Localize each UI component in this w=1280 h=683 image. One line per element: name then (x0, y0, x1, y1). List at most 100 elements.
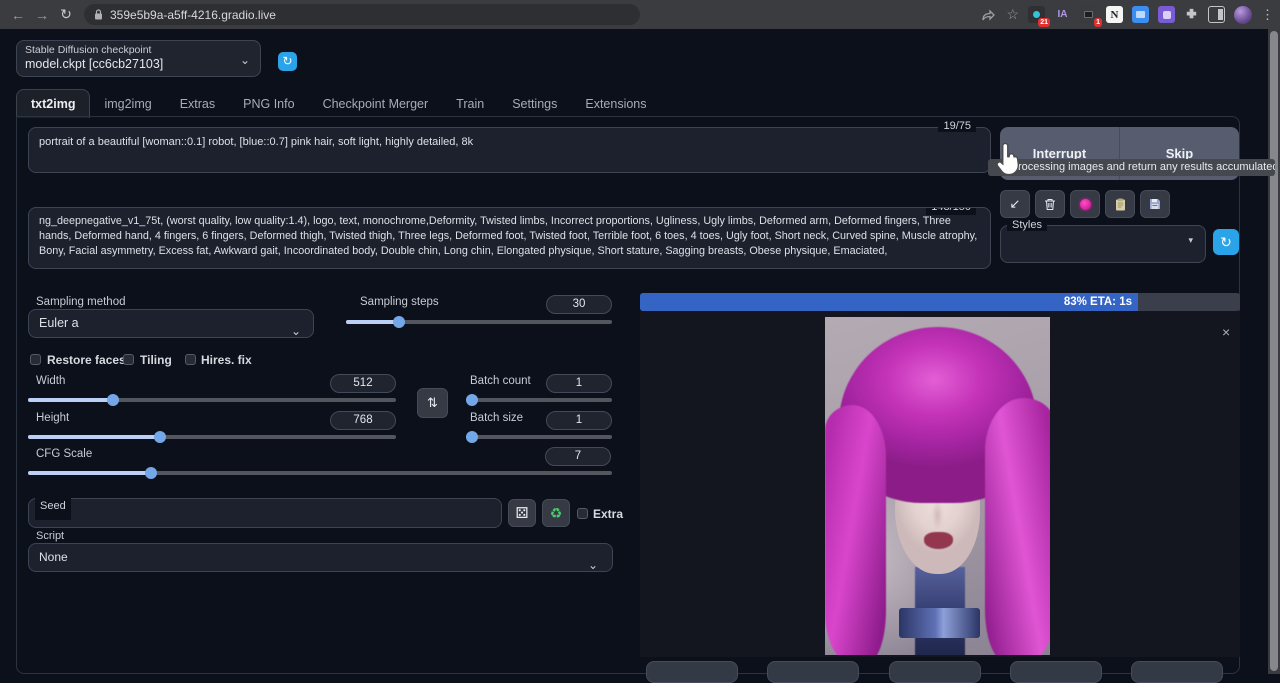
reuse-seed-button[interactable]: ♻ (542, 499, 570, 527)
generated-image[interactable] (825, 317, 1050, 655)
negative-token-counter: 143/150 (926, 207, 976, 215)
slider-handle[interactable] (145, 467, 157, 479)
extension-badge: 21 (1038, 18, 1050, 27)
slider-handle[interactable] (466, 431, 478, 443)
close-preview-icon[interactable]: × (1222, 324, 1230, 340)
gallery-action-button[interactable] (646, 661, 738, 683)
reload-icon[interactable]: ↻ (54, 6, 78, 23)
batch-size-number-input[interactable]: 1 (546, 411, 612, 430)
main-tab-bar: txt2img img2img Extras PNG Info Checkpoi… (16, 89, 661, 118)
restore-faces-label: Restore faces (47, 353, 126, 367)
extension-photos-icon[interactable] (1132, 6, 1149, 23)
extension-purple-icon[interactable] (1158, 6, 1175, 23)
generation-progress-bar: 83% ETA: 1s (640, 293, 1240, 311)
tab-txt2img[interactable]: txt2img (16, 89, 90, 118)
styles-dropdown[interactable]: Styles ▾ (1000, 225, 1206, 263)
script-value: None (39, 550, 68, 564)
gallery-action-button[interactable] (889, 661, 981, 683)
negative-prompt-textarea[interactable]: ng_deepnegative_v1_75t, (worst quality, … (28, 207, 991, 269)
portrait-lips (924, 532, 953, 549)
sampling-steps-slider[interactable] (346, 320, 612, 324)
gallery-action-button[interactable] (1010, 661, 1102, 683)
checkpoint-refresh-button[interactable]: ↻ (278, 52, 297, 71)
sampling-steps-number-input[interactable]: 30 (546, 295, 612, 314)
batch-size-slider[interactable] (466, 435, 612, 439)
paste-arrow-icon: ↙ (1010, 196, 1021, 212)
batch-count-number-input[interactable]: 1 (546, 374, 612, 393)
hires-fix-label: Hires. fix (201, 353, 252, 367)
scrollbar-thumb[interactable] (1270, 31, 1278, 671)
slider-handle[interactable] (107, 394, 119, 406)
clear-prompt-button[interactable] (1035, 190, 1065, 218)
tab-extras[interactable]: Extras (166, 90, 229, 118)
portrait-hair-strand (825, 405, 886, 655)
width-slider[interactable] (28, 398, 396, 402)
seed-label: Seed (35, 492, 71, 520)
tab-img2img[interactable]: img2img (90, 90, 165, 118)
tab-train[interactable]: Train (442, 90, 498, 118)
tab-png-info[interactable]: PNG Info (229, 90, 308, 118)
chevron-down-icon: ⌄ (291, 318, 301, 345)
url-text: 359e5b9a-a5ff-4216.gradio.live (110, 8, 276, 22)
sidebar-toggle-icon[interactable] (1208, 6, 1225, 23)
gallery-action-button[interactable] (767, 661, 859, 683)
swap-width-height-button[interactable]: ⇅ (417, 388, 448, 418)
restore-faces-checkbox[interactable] (30, 354, 41, 365)
seed-extra-checkbox[interactable] (577, 508, 588, 519)
prompt-text: portrait of a beautiful [woman::0.1] rob… (39, 136, 473, 148)
chevron-down-icon: ⌄ (588, 552, 598, 579)
extension-pin-icon[interactable]: 21 (1028, 6, 1045, 23)
portrait-robot-collar (899, 608, 980, 638)
height-number-input[interactable]: 768 (330, 411, 396, 430)
tab-checkpoint-merger[interactable]: Checkpoint Merger (309, 90, 443, 118)
tiling-label: Tiling (140, 353, 172, 367)
back-icon[interactable]: ← (6, 7, 30, 23)
extension-ia-icon[interactable]: IA (1054, 6, 1071, 23)
tiling-checkbox[interactable] (123, 354, 134, 365)
apply-style-button[interactable] (1105, 190, 1135, 218)
browser-menu-icon[interactable]: ⋮ (1261, 7, 1274, 23)
bookmark-star-icon[interactable]: ☆ (1006, 6, 1019, 23)
prompt-textarea[interactable]: portrait of a beautiful [woman::0.1] rob… (28, 127, 991, 173)
extra-networks-button[interactable] (1070, 190, 1100, 218)
progress-fill: 83% ETA: 1s (640, 293, 1138, 311)
dice-icon: ⚄ (515, 504, 528, 522)
sampling-method-value: Euler a (39, 316, 79, 330)
page-scrollbar[interactable] (1268, 29, 1280, 674)
gallery-action-button[interactable] (1131, 661, 1223, 683)
forward-icon[interactable]: → (30, 7, 54, 23)
paste-generation-params-button[interactable]: ↙ (1000, 190, 1030, 218)
width-number-input[interactable]: 512 (330, 374, 396, 393)
share-icon[interactable] (981, 8, 997, 22)
browser-extension-area: ☆ 21 IA 1 N ⋮ (981, 0, 1274, 29)
address-bar[interactable]: 359e5b9a-a5ff-4216.gradio.live (84, 4, 640, 25)
dropdown-arrow-icon: ▾ (1188, 235, 1193, 246)
tab-settings[interactable]: Settings (498, 90, 571, 118)
script-dropdown[interactable]: None ⌄ (28, 543, 613, 572)
hires-fix-checkbox[interactable] (185, 354, 196, 365)
seed-input[interactable]: Seed -1 (28, 498, 502, 528)
save-style-button[interactable] (1140, 190, 1170, 218)
browser-profile-avatar[interactable] (1234, 6, 1252, 24)
extension-notion-icon[interactable]: N (1106, 6, 1123, 23)
cfg-scale-number-input[interactable]: 7 (545, 447, 611, 466)
swap-arrows-icon: ⇅ (427, 395, 438, 411)
recycle-icon: ♻ (550, 505, 563, 522)
styles-refresh-button[interactable]: ↻ (1213, 229, 1239, 255)
tab-extensions[interactable]: Extensions (571, 90, 660, 118)
batch-count-slider[interactable] (466, 398, 612, 402)
extensions-puzzle-icon[interactable] (1184, 7, 1199, 22)
sampling-method-dropdown[interactable]: Euler a ⌄ (28, 309, 314, 338)
seed-extra-label: Extra (593, 507, 623, 521)
extension-capture-icon[interactable]: 1 (1080, 6, 1097, 23)
cfg-scale-slider[interactable] (28, 471, 612, 475)
interrupt-tooltip: rocessing images and return any results … (988, 159, 1275, 176)
progress-text: 83% ETA: 1s (1064, 296, 1132, 308)
checkpoint-dropdown[interactable]: Stable Diffusion checkpoint model.ckpt [… (16, 40, 261, 77)
mouse-cursor-pointer (994, 141, 1024, 182)
slider-handle[interactable] (466, 394, 478, 406)
extension-badge: 1 (1094, 18, 1102, 27)
width-label: Width (36, 375, 65, 387)
height-slider[interactable] (28, 435, 396, 439)
random-seed-button[interactable]: ⚄ (508, 499, 536, 527)
